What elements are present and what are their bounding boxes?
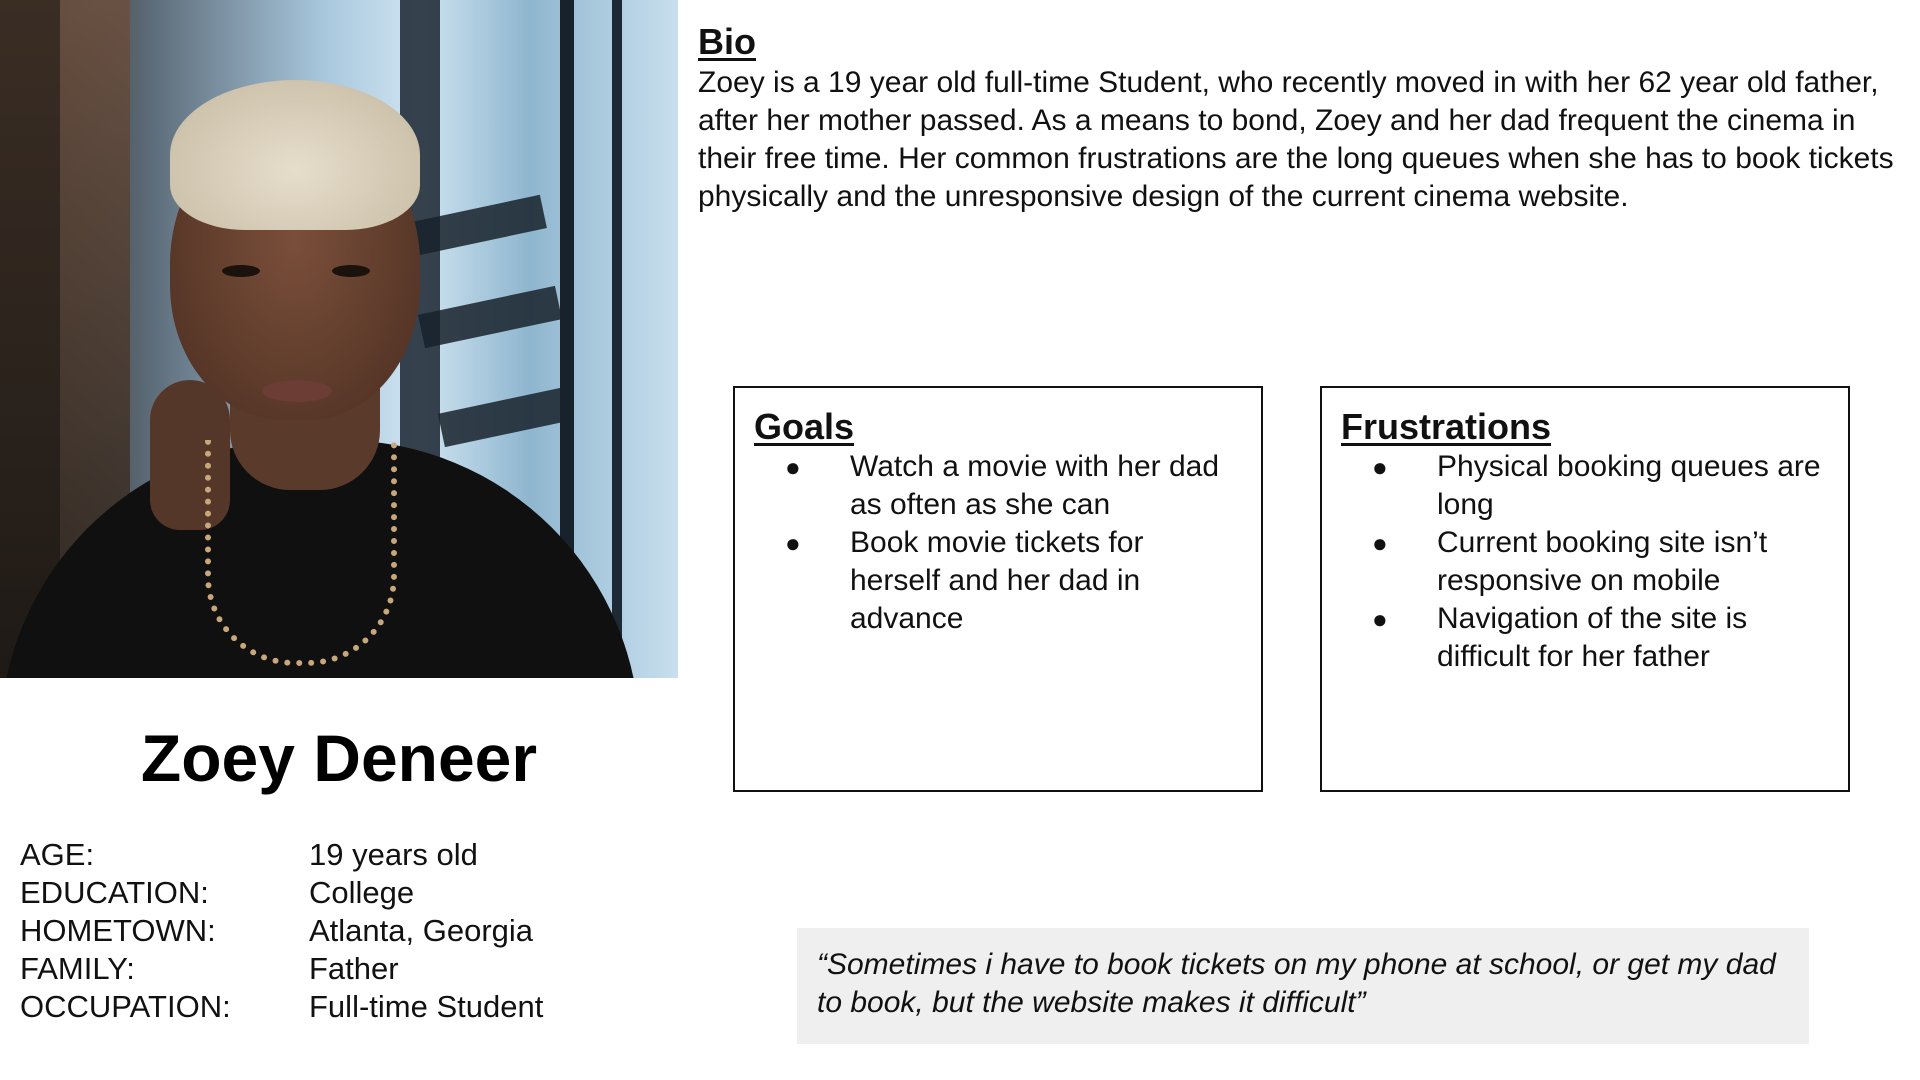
detail-value: Atlanta, Georgia (309, 913, 534, 948)
persona-name: Zoey Deneer (140, 721, 538, 795)
detail-label: AGE: (20, 837, 95, 872)
goals-box: Goals ● Watch a movie with her dad as of… (733, 386, 1263, 792)
persona-slide: Zoey Deneer AGE: 19 years old EDUCATION:… (0, 0, 1920, 1080)
frustration-item: ● Physical booking queues are long (1322, 448, 1848, 524)
goal-item: ● Watch a movie with her dad as often as… (735, 448, 1261, 524)
frustrations-heading: Frustrations (1341, 406, 1552, 447)
detail-row-family: FAMILY: Father (20, 950, 543, 988)
bio-text: Zoey is a 19 year old full-time Student,… (698, 66, 1894, 213)
photo-eye-right (332, 265, 370, 277)
photo-stair-beam (437, 386, 573, 448)
photo-background-pole (612, 0, 622, 678)
detail-value: 19 years old (309, 837, 478, 872)
goals-list: ● Watch a movie with her dad as often as… (735, 448, 1261, 638)
detail-value: Father (309, 951, 399, 986)
goals-heading: Goals (754, 406, 855, 447)
photo-eye-left (222, 265, 260, 277)
quote-text: “Sometimes i have to book tickets on my … (817, 948, 1776, 1019)
bullet-icon: ● (1372, 604, 1388, 634)
goal-text: Book movie tickets for herself and her d… (850, 526, 1144, 635)
detail-row-occupation: OCCUPATION: Full-time Student (20, 988, 543, 1026)
bullet-icon: ● (785, 528, 801, 558)
frustration-text: Navigation of the site is difficult for … (1437, 602, 1748, 673)
bullet-icon: ● (785, 452, 801, 482)
persona-photo (0, 0, 678, 678)
persona-quote: “Sometimes i have to book tickets on my … (797, 928, 1809, 1044)
bullet-icon: ● (1372, 528, 1388, 558)
persona-details: AGE: 19 years old EDUCATION: College HOM… (20, 836, 543, 1026)
frustration-text: Physical booking queues are long (1437, 450, 1821, 521)
photo-lips (262, 380, 332, 402)
detail-row-hometown: HOMETOWN: Atlanta, Georgia (20, 912, 543, 950)
frustration-item: ● Navigation of the site is difficult fo… (1322, 600, 1848, 676)
photo-hair (170, 80, 420, 230)
detail-row-age: AGE: 19 years old (20, 836, 543, 874)
detail-label: OCCUPATION: (20, 989, 231, 1024)
goal-item: ● Book movie tickets for herself and her… (735, 524, 1261, 638)
detail-label: HOMETOWN: (20, 913, 216, 948)
detail-label: FAMILY: (20, 951, 135, 986)
detail-label: EDUCATION: (20, 875, 209, 910)
photo-necklace (205, 440, 397, 666)
frustrations-box: Frustrations ● Physical booking queues a… (1320, 386, 1850, 792)
detail-value: College (309, 875, 415, 910)
goal-text: Watch a movie with her dad as often as s… (850, 450, 1220, 521)
detail-value: Full-time Student (309, 989, 544, 1024)
frustration-text: Current booking site isn’t responsive on… (1437, 526, 1768, 597)
bio-heading: Bio (698, 21, 756, 62)
frustrations-list: ● Physical booking queues are long ● Cur… (1322, 448, 1848, 676)
frustration-item: ● Current booking site isn’t responsive … (1322, 524, 1848, 600)
bullet-icon: ● (1372, 452, 1388, 482)
detail-row-education: EDUCATION: College (20, 874, 543, 912)
